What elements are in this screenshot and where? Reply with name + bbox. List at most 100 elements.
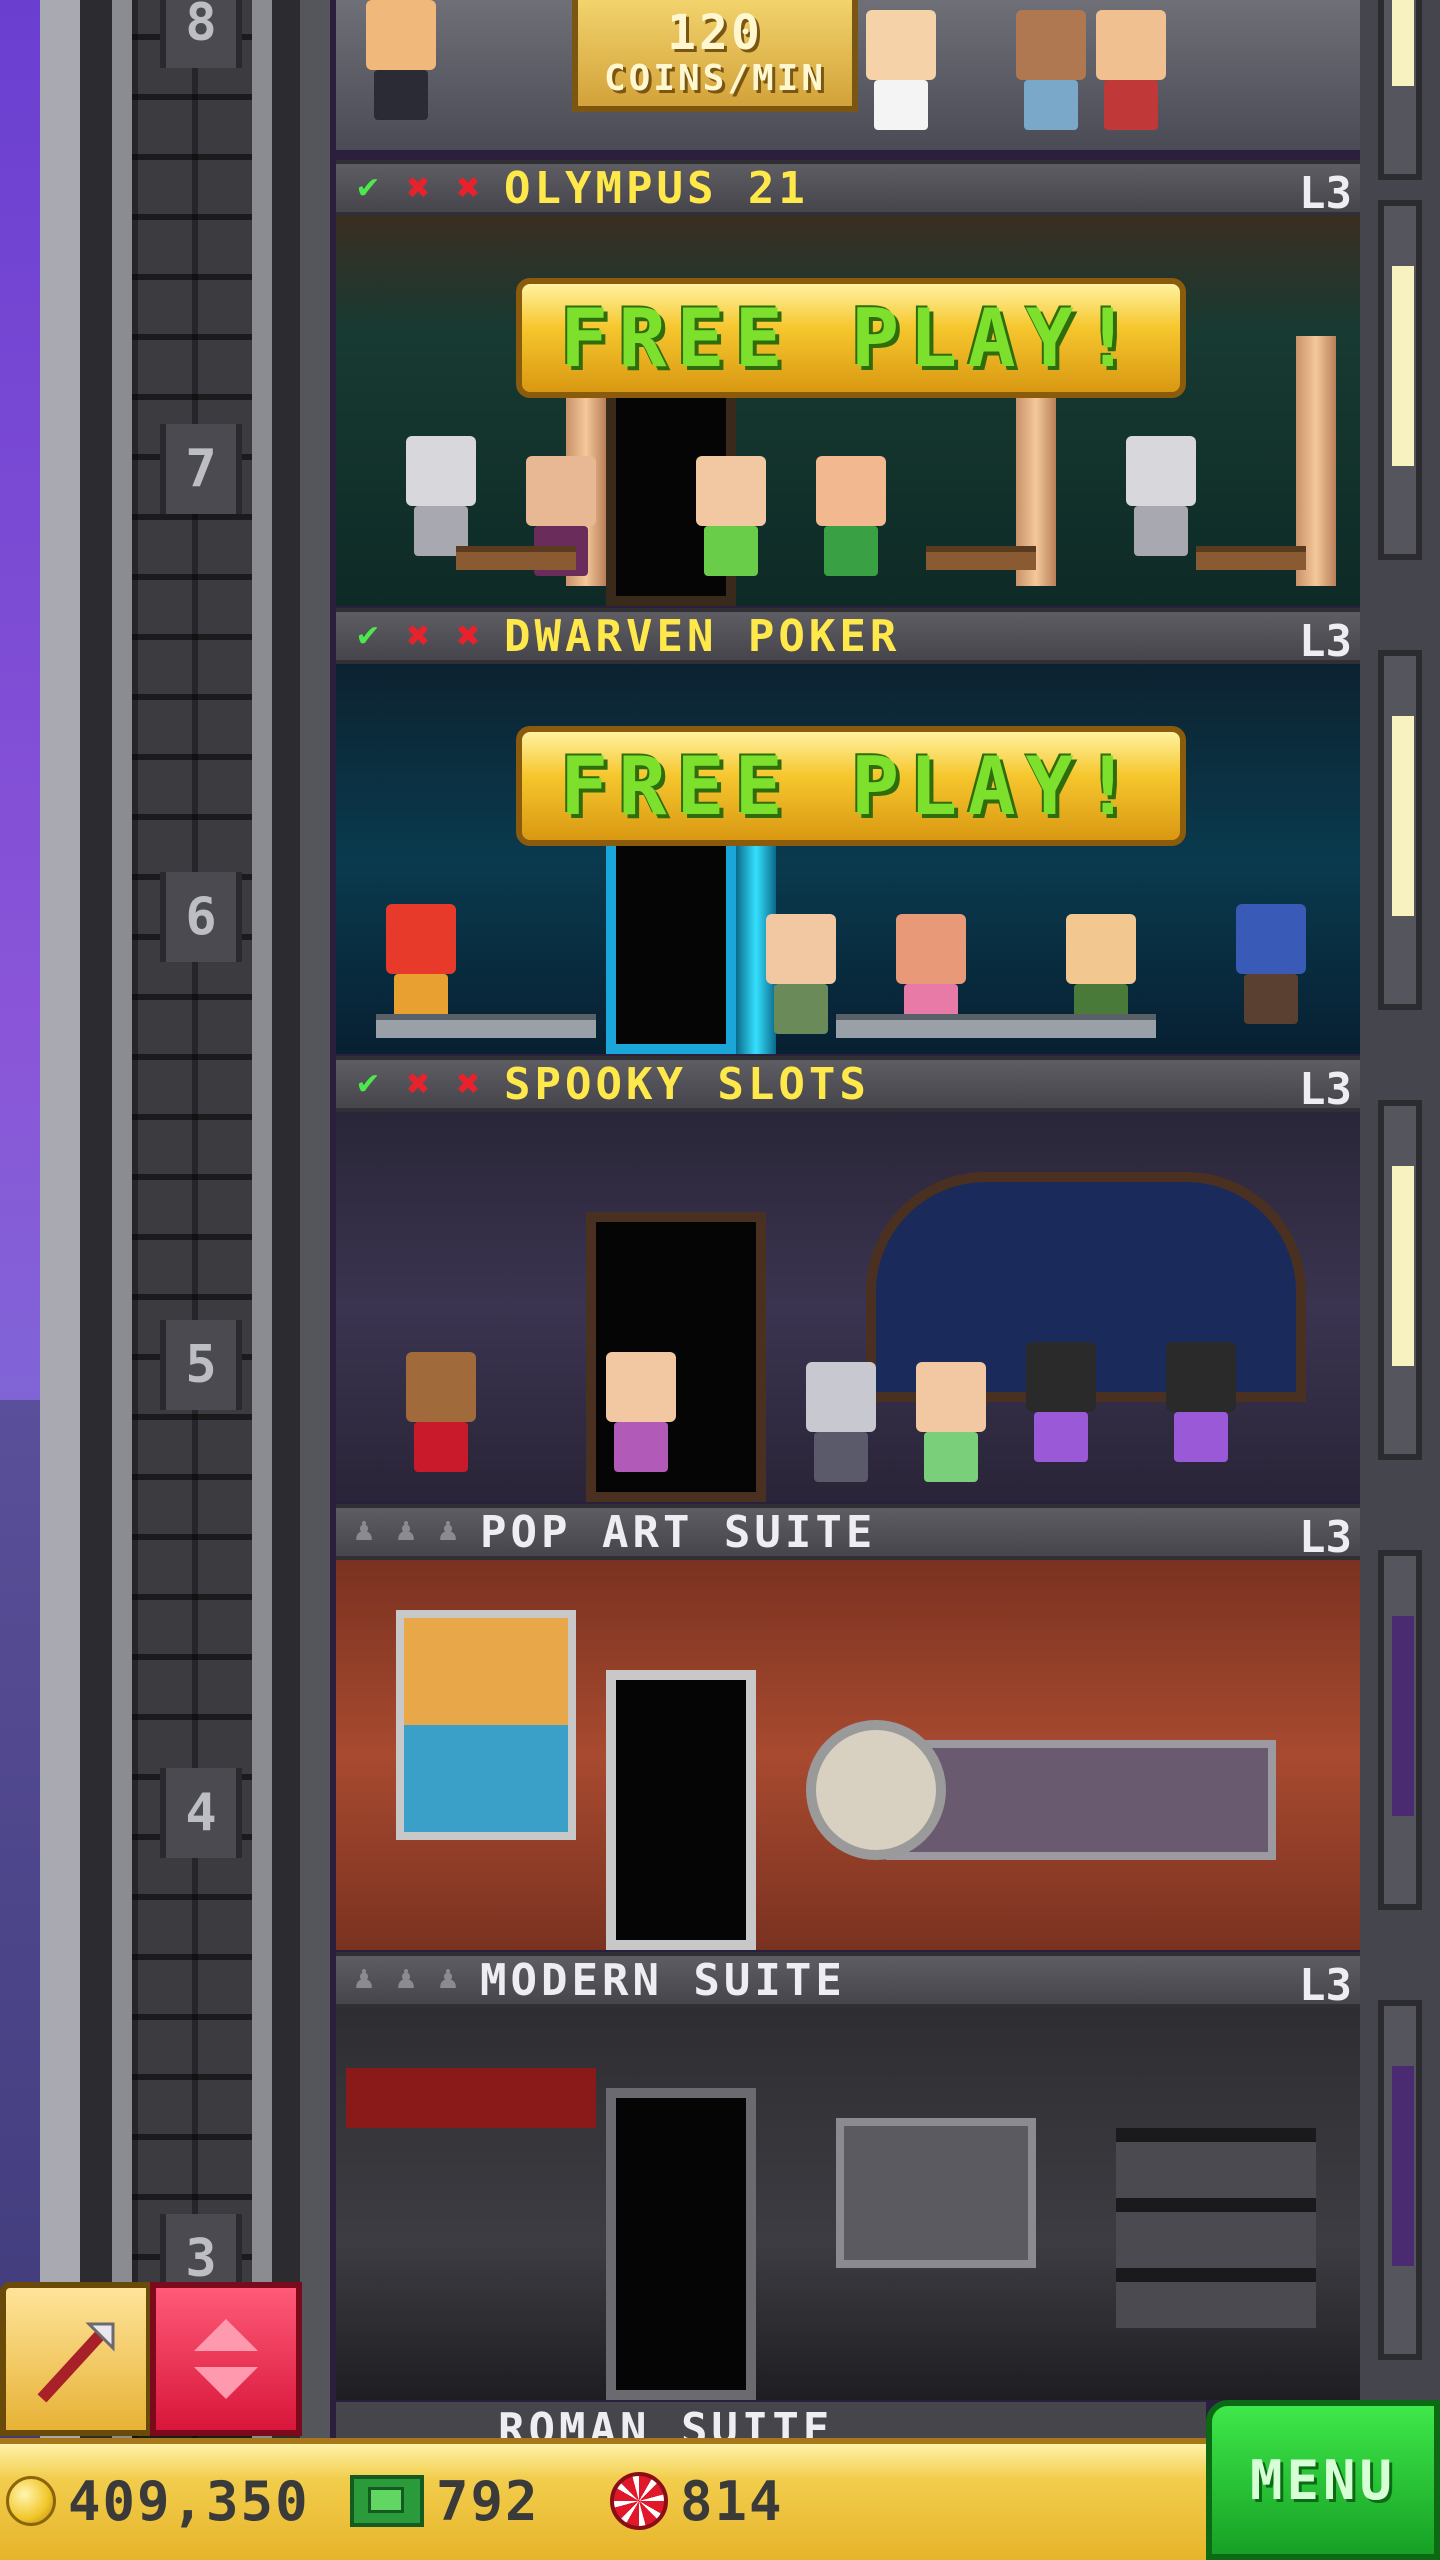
window [1378,200,1422,560]
wall-stripe [346,2068,596,2128]
chips-value: 814 [680,2469,784,2533]
floor-level: L3 [1299,1512,1352,1563]
visitor-character [766,914,836,1034]
resident-slots: ♟ ♟ ♟ [346,1960,466,2000]
floor-banner: ♟ ♟ ♟ POP ART SUITE L3 [336,1504,1360,1563]
floor-4-pop-art-suite[interactable]: ♟ ♟ ♟ POP ART SUITE L3 [336,1504,1360,1950]
statue-character [1126,436,1196,556]
window [1378,1100,1422,1460]
floor-number-4: 4 [160,1768,242,1858]
floor-banner: ✔ ✖ ✖ SPOOKY SLOTS L3 [336,1056,1360,1115]
build-button[interactable] [0,2282,152,2436]
room-interior [336,1112,1360,1502]
window [1378,1550,1422,1910]
menu-button[interactable]: MENU [1206,2400,1440,2560]
floor-level: L3 [1299,1960,1352,2011]
empty-resident-icon: ♟ [394,1517,418,1547]
game-table [926,546,1036,570]
floor-name: ROMAN SUITE [498,2404,834,2438]
bookshelf [1116,2128,1316,2328]
hammer-icon [37,2322,115,2403]
shaft-wall [132,0,252,2560]
shaft-rail [112,0,132,2560]
game-table [1196,546,1306,570]
coins-value: 409,350 [68,2469,310,2533]
floor-name: POP ART SUITE [480,1506,877,1558]
income-sign: 120 COINS/MIN [572,0,858,112]
floor-5-spooky-slots[interactable]: ✔ ✖ ✖ SPOOKY SLOTS L3 [336,1056,1360,1502]
visitor-character [696,456,766,576]
floor-banner: ✔ ✖ ✖ OLYMPUS 21 L3 [336,160,1360,219]
empty-resident-icon: ♟ [436,1517,460,1547]
x-icon: ✖ [455,1066,481,1102]
floor-8-restaurant[interactable]: 120 COINS/MIN [336,0,1360,160]
game-table [836,1014,1156,1038]
floor-name: OLYMPUS 21 [504,162,809,214]
room-interior [336,2008,1360,2400]
income-unit: COINS/MIN [603,58,827,99]
check-icon: ✔ [355,1066,381,1102]
elevator-button[interactable] [150,2282,302,2436]
bux-icon [350,2475,424,2527]
chef-character [866,10,936,130]
window [1378,650,1422,1010]
zombie-character [806,1362,876,1482]
shaft-rail [300,0,330,2560]
floor-name: MODERN SUITE [480,1954,846,2006]
x-icon: ✖ [455,170,481,206]
floor-level: L3 [1299,616,1352,667]
empty-resident-icon: ♟ [352,1517,376,1547]
visitor-character [916,1362,986,1482]
room-interior [336,664,1360,1054]
floor-number-8: 8 [160,0,242,68]
free-play-button[interactable]: FREE PLAY! [516,726,1186,846]
shaft-rail [40,0,80,2560]
empty-resident-icon: ♟ [352,1965,376,1995]
coin-icon [6,2476,56,2526]
dwarf-character [1236,904,1306,1024]
game-table [376,1014,596,1038]
floor-name: DWARVEN POKER [504,610,901,662]
slot-machine [1026,1342,1096,1462]
elevator-door [606,1670,756,1950]
floor-number-6: 6 [160,872,242,962]
egg-chair [806,1720,946,1860]
resident-character [366,0,436,120]
floor-number-7: 7 [160,424,242,514]
elevator-door [606,814,736,1054]
dwarf-character [386,904,456,1024]
stock-status: ✔ ✖ ✖ [346,1064,490,1104]
visitor-character [1016,10,1086,130]
shaft-rail [252,0,272,2560]
visitor-character [606,1352,676,1472]
x-icon: ✖ [405,170,431,206]
bux-stat: 792 [350,2466,540,2536]
statue-character [406,436,476,556]
floor-level: L3 [1299,168,1352,219]
casino-chip-icon [610,2472,668,2530]
room-interior [336,1560,1360,1950]
visitor-character [816,456,886,576]
x-icon: ✖ [405,618,431,654]
window [1378,0,1422,180]
window [1378,2000,1422,2360]
partial-floor-banner: ROMAN SUITE [336,2402,1206,2438]
game-table [456,546,576,570]
visitor-character [1096,10,1166,130]
check-icon: ✔ [355,170,381,206]
floor-3-modern-suite[interactable]: ♟ ♟ ♟ MODERN SUITE L3 [336,1952,1360,2400]
floor-6-dwarven-poker[interactable]: ✔ ✖ ✖ DWARVEN POKER L3 FREE PLAY! [336,608,1360,1054]
chips-stat: 814 [610,2466,784,2536]
check-icon: ✔ [355,618,381,654]
floor-name: SPOOKY SLOTS [504,1058,870,1110]
floor-level: L3 [1299,1064,1352,1115]
stock-status: ✔ ✖ ✖ [346,616,490,656]
resident-slots: ♟ ♟ ♟ [346,1512,466,1552]
x-icon: ✖ [455,618,481,654]
floor-banner: ♟ ♟ ♟ MODERN SUITE L3 [336,1952,1360,2011]
room-interior [336,216,1360,606]
floor-banner: ✔ ✖ ✖ DWARVEN POKER L3 [336,608,1360,667]
floor-7-olympus-21[interactable]: ✔ ✖ ✖ OLYMPUS 21 L3 FREE PLAY! [336,160,1360,606]
free-play-button[interactable]: FREE PLAY! [516,278,1186,398]
bux-value: 792 [436,2469,540,2533]
